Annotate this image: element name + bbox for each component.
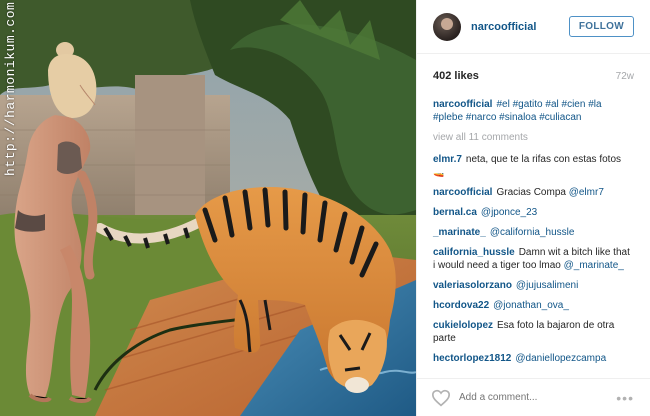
avatar[interactable] (433, 12, 461, 41)
likes-count[interactable]: 402 likes (433, 70, 479, 82)
emoji-icon: 🚤 (433, 167, 445, 177)
comment-mention[interactable]: @jujusalimeni (516, 280, 578, 291)
post-author[interactable]: narcoofficial (471, 21, 569, 33)
add-comment-input[interactable] (459, 392, 617, 403)
heart-icon[interactable] (431, 389, 451, 407)
post-header: narcoofficial FOLLOW (417, 0, 650, 54)
comment-author[interactable]: elmr.7 (433, 154, 462, 165)
comment-text: Gracias Compa (496, 187, 566, 198)
comment-item: hcordova22 @jonathan_ova_ (433, 299, 634, 312)
photo-illustration (0, 0, 416, 416)
comment-item: cukielolopez Esa foto la bajaron de otra … (433, 319, 634, 345)
comment-mention[interactable]: @_marinate_ (564, 260, 624, 271)
caption: narcoofficial #el #gatito #al #cien #la #… (433, 98, 634, 124)
comments-list: narcoofficial #el #gatito #al #cien #la #… (417, 90, 650, 378)
comment-author[interactable]: hcordova22 (433, 300, 489, 311)
watermark-text: http://harmonikum.com (3, 1, 18, 176)
comment-author[interactable]: bernal.ca (433, 207, 477, 218)
caption-author[interactable]: narcoofficial (433, 99, 492, 110)
comment-mention[interactable]: @daniellopezcampa (515, 353, 606, 364)
more-options-icon[interactable]: ••• (616, 390, 634, 406)
comment-author[interactable]: cukielolopez (433, 320, 493, 331)
comment-text: neta, que te la rifas con estas fotos (465, 154, 622, 165)
comment-author[interactable]: _marinate_ (433, 227, 486, 238)
comment-author[interactable]: hectorlopez1812 (433, 353, 511, 364)
post-photo[interactable]: http://harmonikum.com (0, 0, 416, 416)
comment-item: hectorlopez1812 @daniellopezcampa (433, 352, 634, 365)
comment-author[interactable]: narcoofficial (433, 187, 492, 198)
comment-mention[interactable]: @jonathan_ova_ (493, 300, 569, 311)
follow-button[interactable]: FOLLOW (568, 16, 634, 37)
instagram-post: http://harmonikum.com narcoofficial FOLL… (0, 0, 650, 416)
comment-author[interactable]: valeriasolorzano (433, 280, 512, 291)
post-side-panel: narcoofficial FOLLOW 402 likes 72w narco… (416, 0, 650, 416)
post-footer: ••• (417, 378, 650, 416)
post-meta: 402 likes 72w (417, 54, 650, 90)
comment-author[interactable]: california_hussle (433, 247, 515, 258)
view-all-comments-link[interactable]: view all 11 comments (433, 131, 634, 144)
comment-item: narcoofficial Gracias Compa @elmr7 (433, 186, 634, 199)
post-age[interactable]: 72w (616, 71, 634, 82)
comment-mention[interactable]: @elmr7 (569, 187, 604, 198)
comment-mention[interactable]: @california_hussle (490, 227, 575, 238)
comment-mention[interactable]: @jponce_23 (481, 207, 537, 218)
comment-item: bernal.ca @jponce_23 (433, 206, 634, 219)
comment-item: _marinate_ @california_hussle (433, 226, 634, 239)
comment-item: california_hussle Damn wit a bitch like t… (433, 246, 634, 272)
comment-item: elmr.7 neta, que te la rifas con estas fo… (433, 153, 634, 179)
comment-item: valeriasolorzano @jujusalimeni (433, 279, 634, 292)
